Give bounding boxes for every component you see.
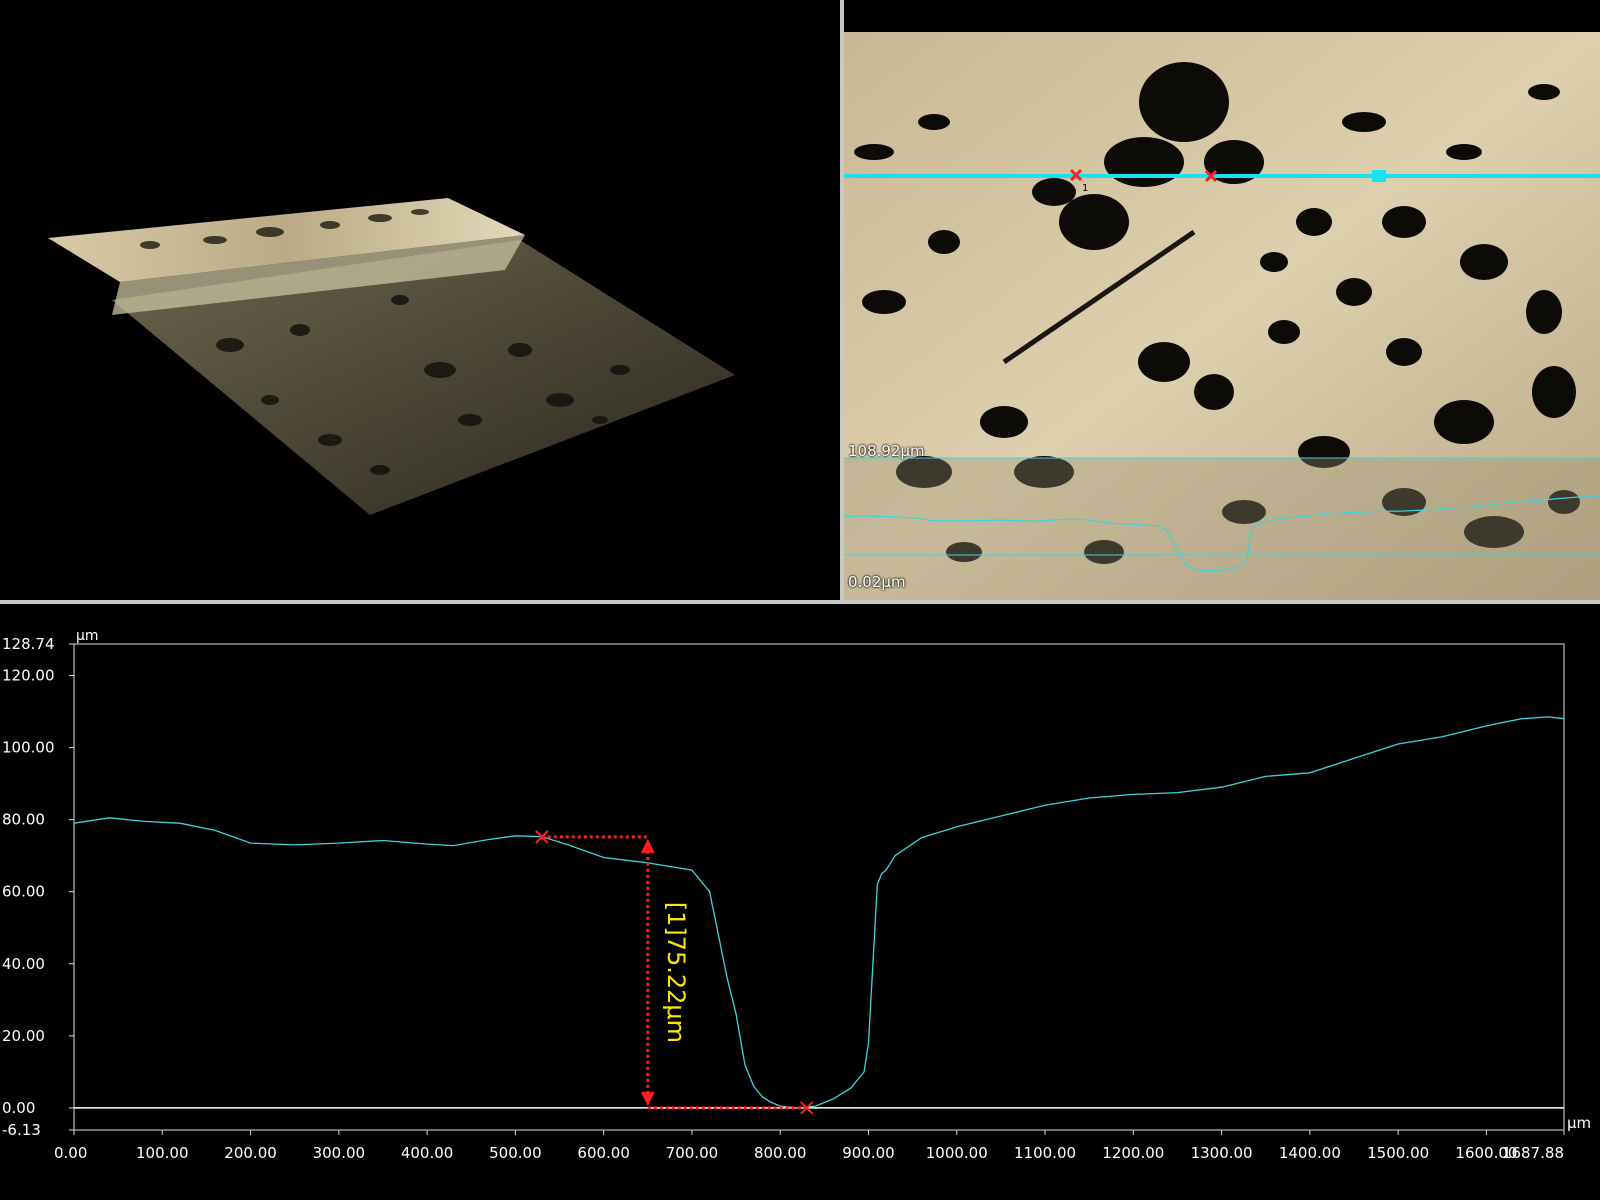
y-unit-label: μm [76, 628, 99, 644]
x-tick-label: 1200.00 [1102, 1144, 1164, 1162]
measure-arrow-head-down [640, 1091, 655, 1106]
profile-line [73, 716, 1565, 1109]
x-tick-label: 300.00 [313, 1144, 366, 1162]
y-tick-label: 100.00 [2, 739, 55, 757]
y-tick-label: 60.00 [2, 883, 45, 901]
scale-top-label: 108.92μm [848, 442, 925, 460]
y-tick-label: 20.00 [2, 1027, 45, 1045]
scale-bottom-label: 0.02μm [848, 573, 906, 591]
image-view[interactable]: 1 [844, 32, 1600, 600]
x-tick-label: 800.00 [754, 1144, 807, 1162]
y-tick-label: 128.74 [2, 635, 55, 653]
x-tick-label: 500.00 [489, 1144, 542, 1162]
x-tick-label: 0.00 [54, 1144, 87, 1162]
y-tick-label: 120.00 [2, 666, 55, 684]
3d-surface[interactable] [0, 0, 840, 600]
plot-frame [73, 643, 1565, 1131]
x-tick-label: 900.00 [842, 1144, 895, 1162]
x-tick-label: 1300.00 [1191, 1144, 1253, 1162]
x-unit-label: μm [1567, 1114, 1591, 1132]
x-tick-label: 1500.00 [1367, 1144, 1429, 1162]
x-tick-label: 400.00 [401, 1144, 454, 1162]
measure-value-label: [1]75.22μm [662, 902, 690, 1043]
x-tick-label: 600.00 [577, 1144, 630, 1162]
y-tick-label: 0.00 [2, 1099, 35, 1117]
x-tick-label: 1687.88 [1502, 1144, 1564, 1162]
scan-line-handle[interactable] [1372, 170, 1386, 182]
measure-point-label: 1 [1082, 183, 1088, 194]
x-tick-label: 100.00 [136, 1144, 189, 1162]
x-tick-label: 200.00 [224, 1144, 277, 1162]
y-tick-label: 40.00 [2, 955, 45, 973]
x-tick-label: 1400.00 [1279, 1144, 1341, 1162]
profile-chart-svg[interactable]: 128.74 120.00 100.00 80.00 60.00 40.00 20.00 0.… [0, 604, 1600, 1200]
surface-image: 1 [844, 32, 1600, 600]
y-tick-label: -6.13 [2, 1121, 41, 1139]
x-tick-label: 1000.00 [926, 1144, 988, 1162]
height-measurement[interactable]: [1]75.22μm [535, 830, 814, 1115]
measure-arrow-head-up [640, 838, 655, 853]
profile-chart[interactable]: 128.74 120.00 100.00 80.00 60.00 40.00 20.00 0.… [0, 604, 1600, 1200]
profile-overlay-band [844, 458, 1600, 600]
x-tick-label: 700.00 [666, 1144, 719, 1162]
y-tick-label: 80.00 [2, 811, 45, 829]
3d-view[interactable] [0, 0, 840, 600]
x-tick-label: 1100.00 [1014, 1144, 1076, 1162]
